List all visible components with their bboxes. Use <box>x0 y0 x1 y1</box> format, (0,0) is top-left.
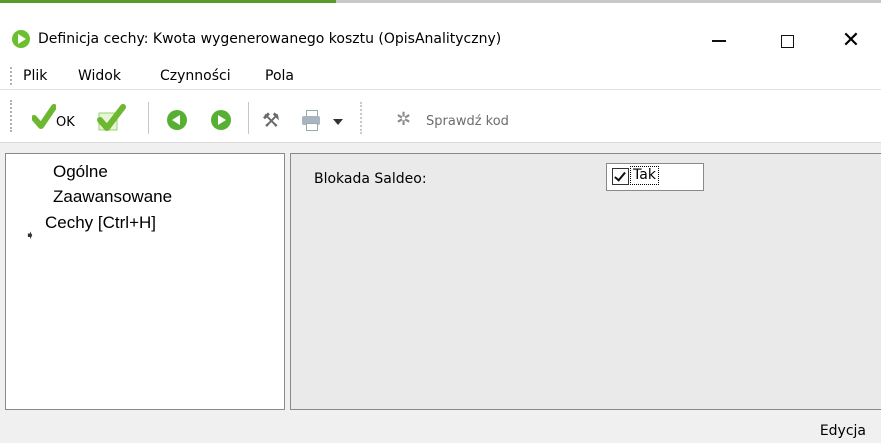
menu-pola[interactable]: Pola <box>265 68 294 84</box>
tools-icon[interactable]: ⚒ <box>262 108 280 132</box>
blokada-saldeo-field[interactable]: Tak <box>606 163 704 191</box>
toolbar-grip[interactable] <box>10 100 14 132</box>
tree-item-ogolne[interactable]: Ogólne <box>53 162 108 182</box>
tree-item-cechy[interactable]: Cechy [Ctrl+H] <box>45 213 156 233</box>
maximize-icon <box>780 34 794 48</box>
back-arrow-icon[interactable] <box>167 110 187 130</box>
verify-code-button[interactable]: ✲ Sprawdź kod <box>390 100 540 134</box>
print-icon[interactable] <box>301 108 323 131</box>
forward-arrow-icon[interactable] <box>211 110 231 130</box>
minimize-icon <box>712 40 726 42</box>
blokada-saldeo-checkbox[interactable] <box>612 168 629 185</box>
wand-icon: ✲ <box>396 109 412 130</box>
maximize-button[interactable] <box>764 21 810 61</box>
toolbar-separator <box>360 102 362 134</box>
section-tree: Ogólne Zaawansowane ➧ Cechy [Ctrl+H] <box>5 153 285 410</box>
dropdown-icon[interactable] <box>333 119 343 125</box>
apply-check-icon <box>97 104 126 131</box>
menu-czynnosci[interactable]: Czynności <box>160 68 231 84</box>
close-button[interactable]: ✕ <box>828 21 874 61</box>
status-mode: Edycja <box>819 423 866 439</box>
ok-label: OK <box>56 115 75 130</box>
toolbar-separator <box>248 102 249 134</box>
toolbar: OK ⚒ ✲ Sprawdź kod <box>0 90 881 143</box>
verify-code-label: Sprawdź kod <box>426 114 509 129</box>
apply-button[interactable] <box>94 90 128 142</box>
menu-bar: Plik Widok Czynności Pola <box>0 61 881 90</box>
menu-grip[interactable] <box>10 67 14 85</box>
tree-item-zaawansowane[interactable]: Zaawansowane <box>53 187 172 207</box>
menu-widok[interactable]: Widok <box>78 68 121 84</box>
menu-plik[interactable]: Plik <box>23 68 47 84</box>
selected-arrow-icon: ➧ <box>25 228 36 242</box>
title-bar[interactable]: Definicja cechy: Kwota wygenerowanego ko… <box>0 3 881 61</box>
ok-check-icon <box>32 104 56 129</box>
close-icon: ✕ <box>841 28 861 53</box>
window-title: Definicja cechy: Kwota wygenerowanego ko… <box>38 31 502 47</box>
status-bar: Edycja <box>0 412 881 443</box>
blokada-saldeo-value: Tak <box>630 166 659 185</box>
app-play-icon <box>12 30 30 48</box>
minimize-button[interactable] <box>696 21 742 61</box>
properties-panel: Blokada Saldeo: Tak <box>290 153 881 410</box>
toolbar-separator <box>148 102 149 134</box>
blokada-saldeo-label: Blokada Saldeo: <box>314 171 427 187</box>
ok-button[interactable]: OK <box>28 90 98 142</box>
